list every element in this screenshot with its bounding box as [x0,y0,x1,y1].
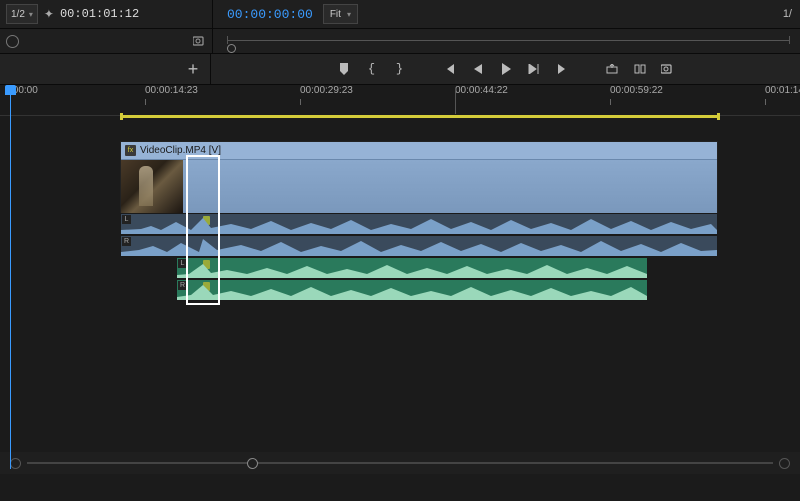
timeline-zoom-scrollbar[interactable] [0,452,800,474]
audio-clip-external-r[interactable]: R [176,279,648,301]
program-zoom-value: Fit [330,9,341,20]
in-bracket-icon[interactable]: { [365,62,379,76]
clip-thumbnail [121,160,183,213]
video-clip[interactable]: fx VideoClip.MP4 [V] [120,141,718,213]
source-zoom-value: 1/2 [11,9,25,20]
waveform [177,280,647,300]
work-area-bar[interactable] [120,115,720,118]
add-button[interactable]: + [186,62,200,76]
step-forward-icon[interactable] [527,62,541,76]
audio-clip-external-l[interactable]: L [176,257,648,279]
waveform [121,214,717,234]
ruler-tick: 00:00:14:23 [145,85,198,96]
wrench-icon[interactable]: ✦ [44,7,54,21]
playhead[interactable] [10,89,11,469]
audio-clip-linked-r[interactable]: R [120,235,718,257]
program-mini-handle[interactable] [227,44,236,53]
right-zoom-label: 1/ [752,0,800,28]
lift-icon[interactable] [605,62,619,76]
source-timecode[interactable]: 00:01:01:12 [60,7,139,21]
time-ruler[interactable]: :00:00 00:00:14:23 00:00:29:23 00:00:44:… [0,85,800,116]
program-mini-ruler[interactable] [227,40,790,41]
go-to-in-icon[interactable] [443,62,457,76]
extract-icon[interactable] [633,62,647,76]
scroll-thumb[interactable] [247,458,258,469]
step-back-icon[interactable] [471,62,485,76]
program-timecode[interactable]: 00:00:00:00 [227,7,313,22]
audio-clip-linked-l[interactable]: L [120,213,718,235]
out-bracket-icon[interactable]: } [393,62,407,76]
export-frame-icon[interactable] [661,62,675,76]
fx-badge-icon: fx [125,145,136,156]
scroll-end-right[interactable] [779,458,790,469]
waveform [121,236,717,256]
ring-icon [6,35,19,48]
ruler-major-tick [455,88,456,114]
ruler-tick: 00:00:59:22 [610,85,663,96]
waveform [177,258,647,278]
ruler-tick: 00:01:14:22 [765,85,800,96]
program-zoom-select[interactable]: Fit [323,4,358,24]
camera-icon[interactable] [193,36,206,46]
scroll-end-left[interactable] [10,458,21,469]
source-zoom-select[interactable]: 1/2 [6,4,38,24]
ruler-tick: 00:00:29:23 [300,85,353,96]
timeline-panel[interactable]: :00:00 00:00:14:23 00:00:29:23 00:00:44:… [0,85,800,474]
ruler-tick: 00:00:44:22 [455,85,508,96]
go-to-out-icon[interactable] [555,62,569,76]
play-icon[interactable] [499,62,513,76]
clip-name-label: VideoClip.MP4 [V] [140,145,221,156]
marker-icon[interactable] [337,62,351,76]
